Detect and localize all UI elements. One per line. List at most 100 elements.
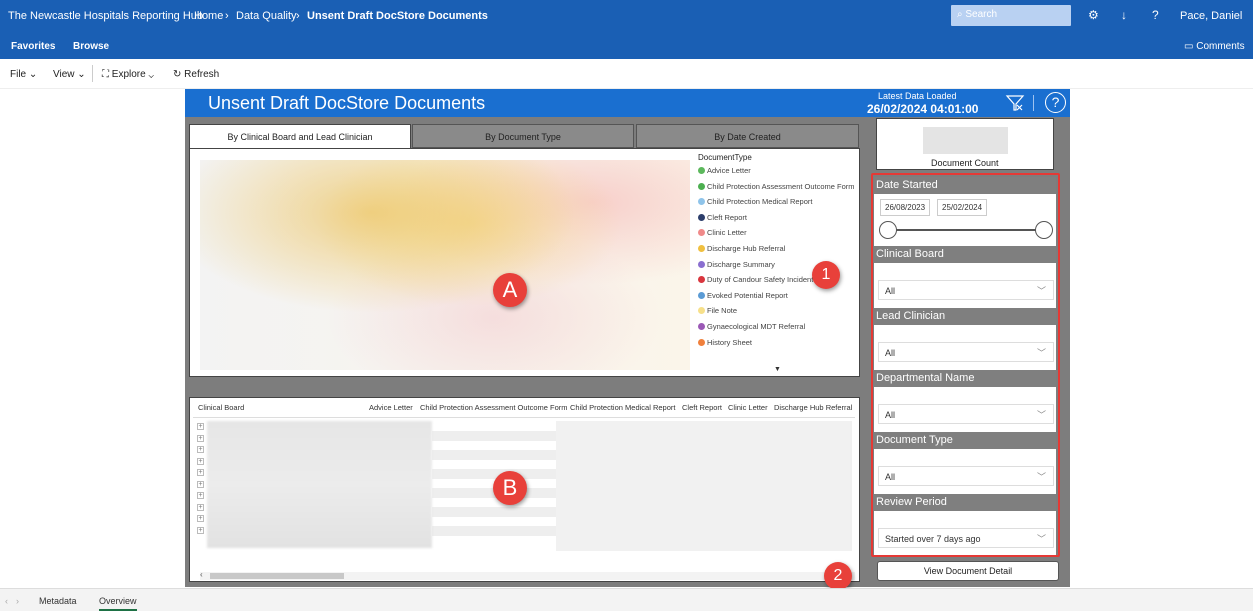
expand-row-icon[interactable]: + bbox=[197, 434, 204, 442]
toolbar: File ⌄ View ⌄ ⛶ Explore ⌄ ↻ Refresh bbox=[0, 59, 1253, 89]
legend-dot-icon bbox=[698, 198, 705, 206]
horizontal-scrollbar[interactable]: ‹ bbox=[200, 570, 855, 580]
comments-button[interactable]: ▭ Comments bbox=[1184, 41, 1245, 52]
table-header-advice-letter[interactable]: Advice Letter bbox=[369, 403, 413, 412]
legend-item[interactable]: File Note bbox=[698, 306, 737, 315]
expand-row-icon[interactable]: + bbox=[197, 457, 204, 465]
legend-dot-icon bbox=[698, 213, 705, 221]
brand-link[interactable]: The Newcastle Hospitals Reporting Hub bbox=[8, 10, 203, 22]
nav-bar: Favorites Browse ▭ Comments bbox=[0, 33, 1253, 59]
table-header-cp-assessment[interactable]: Child Protection Assessment Outcome Form bbox=[420, 403, 568, 412]
legend-label: Discharge Summary bbox=[707, 259, 775, 269]
table-header-clinical-board[interactable]: Clinical Board bbox=[198, 403, 244, 412]
legend-item[interactable]: History Sheet bbox=[698, 338, 752, 347]
sheet-tab-overview[interactable]: Overview bbox=[99, 596, 137, 611]
clear-filter-icon[interactable] bbox=[1005, 93, 1025, 113]
legend-dot-icon bbox=[698, 323, 705, 330]
latest-data-value: 26/02/2024 04:01:00 bbox=[867, 102, 979, 116]
expand-row-icon[interactable]: + bbox=[197, 423, 204, 430]
document-count-value-redacted bbox=[923, 127, 1008, 154]
explore-menu[interactable]: ⛶ Explore ⌄ bbox=[102, 69, 154, 80]
expand-row-icon[interactable]: + bbox=[197, 446, 204, 453]
legend-scroll-down-icon[interactable]: ▼ bbox=[774, 366, 781, 373]
expand-row-icon[interactable]: + bbox=[197, 526, 204, 534]
explore-label: Explore bbox=[111, 69, 146, 80]
next-sheet-icon[interactable]: › bbox=[16, 596, 19, 606]
download-icon[interactable]: ↓ bbox=[1121, 8, 1127, 22]
report-title: Unsent Draft DocStore Documents bbox=[208, 93, 486, 113]
help-icon[interactable]: ? bbox=[1152, 8, 1159, 22]
legend-dot-icon bbox=[698, 307, 705, 315]
breadcrumb-home[interactable]: Home bbox=[194, 10, 223, 22]
table-header-discharge-hub[interactable]: Discharge Hub Referral bbox=[774, 403, 852, 412]
expand-row-icon[interactable]: + bbox=[197, 492, 204, 499]
breadcrumb-data-quality[interactable]: Data Quality bbox=[236, 10, 297, 22]
prev-sheet-icon[interactable]: ‹ bbox=[5, 596, 8, 606]
legend-item[interactable]: Discharge Summary bbox=[698, 260, 775, 269]
legend-title: DocumentType bbox=[698, 153, 752, 162]
legend-dot-icon bbox=[698, 182, 705, 190]
annotation-badge-2: 2 bbox=[824, 562, 852, 590]
legend-item[interactable]: Clinic Letter bbox=[698, 228, 747, 237]
browse-link[interactable]: Browse bbox=[73, 41, 109, 52]
latest-data-label: Latest Data Loaded bbox=[878, 91, 957, 101]
legend-dot-icon bbox=[698, 245, 705, 252]
search-placeholder: Search bbox=[965, 9, 998, 20]
breadcrumb-current: Unsent Draft DocStore Documents bbox=[307, 10, 488, 22]
legend-item[interactable]: Gynaecological MDT Referral bbox=[698, 322, 805, 331]
table-header-cleft-report[interactable]: Cleft Report bbox=[682, 403, 722, 412]
expand-row-icon[interactable]: + bbox=[197, 469, 204, 476]
comment-icon: ▭ bbox=[1184, 41, 1197, 52]
legend-label: File Note bbox=[707, 306, 738, 316]
header-divider bbox=[1033, 95, 1034, 111]
tab-date-created[interactable]: By Date Created bbox=[636, 124, 859, 148]
legend-item[interactable]: Evoked Potential Report bbox=[698, 291, 788, 300]
legend-item[interactable]: Cleft Report bbox=[698, 213, 747, 222]
blurred-row-labels bbox=[207, 421, 432, 548]
legend-label: Child Protection Assessment Outcome Form bbox=[707, 181, 855, 191]
scroll-left-icon[interactable]: ‹ bbox=[200, 570, 203, 579]
view-document-detail-button[interactable]: View Document Detail bbox=[877, 561, 1059, 581]
sheet-tab-metadata[interactable]: Metadata bbox=[39, 596, 77, 606]
annotation-badge-1: 1 bbox=[812, 261, 840, 289]
tab-clinical-board[interactable]: By Clinical Board and Lead Clinician bbox=[189, 124, 411, 148]
file-menu[interactable]: File ⌄ bbox=[10, 69, 37, 80]
legend-label: Gynaecological MDT Referral bbox=[707, 322, 806, 331]
refresh-button[interactable]: ↻ Refresh bbox=[173, 69, 219, 80]
expand-row-icon[interactable]: + bbox=[197, 515, 204, 522]
table-header-clinic-letter[interactable]: Clinic Letter bbox=[728, 403, 768, 412]
search-input[interactable]: ⌕ Search bbox=[951, 5, 1071, 26]
annotation-badge-a: A bbox=[493, 273, 527, 307]
blurred-values bbox=[556, 421, 852, 551]
legend-item[interactable]: Advice Letter bbox=[698, 166, 751, 175]
refresh-icon: ↻ bbox=[173, 69, 185, 80]
legend-item[interactable]: Duty of Candour Safety Incident bbox=[698, 275, 813, 284]
chevron-down-icon: ⌄ bbox=[28, 69, 38, 80]
explore-icon: ⛶ bbox=[102, 69, 112, 80]
view-label: View bbox=[53, 69, 75, 80]
user-name[interactable]: Pace, Daniel bbox=[1180, 10, 1242, 22]
legend-dot-icon bbox=[698, 276, 705, 284]
table-header-cp-medical[interactable]: Child Protection Medical Report bbox=[570, 403, 675, 412]
legend-item[interactable]: Discharge Hub Referral bbox=[698, 244, 785, 253]
expand-row-icon[interactable]: + bbox=[197, 480, 204, 488]
legend-item[interactable]: Child Protection Assessment Outcome Form bbox=[698, 182, 855, 191]
refresh-label: Refresh bbox=[184, 69, 220, 80]
legend-dot-icon bbox=[698, 260, 705, 268]
view-menu[interactable]: View ⌄ bbox=[53, 69, 86, 80]
help-circle-icon[interactable]: ? bbox=[1045, 92, 1066, 113]
chevron-down-icon: ⌄ bbox=[77, 69, 86, 80]
scroll-thumb[interactable] bbox=[210, 573, 344, 579]
expand-row-icon[interactable]: + bbox=[197, 503, 204, 511]
favorites-link[interactable]: Favorites bbox=[11, 41, 55, 52]
legend-label: Clinic Letter bbox=[707, 228, 747, 238]
legend-dot-icon bbox=[698, 291, 705, 299]
gear-icon[interactable]: ⚙ bbox=[1088, 8, 1099, 22]
legend-dot-icon bbox=[698, 229, 705, 237]
legend-label: History Sheet bbox=[707, 337, 753, 347]
legend-dot-icon bbox=[698, 338, 705, 346]
legend-label: Advice Letter bbox=[707, 166, 751, 175]
blurred-chart bbox=[200, 160, 690, 370]
tab-document-type[interactable]: By Document Type bbox=[412, 124, 634, 148]
legend-item[interactable]: Child Protection Medical Report bbox=[698, 197, 812, 206]
